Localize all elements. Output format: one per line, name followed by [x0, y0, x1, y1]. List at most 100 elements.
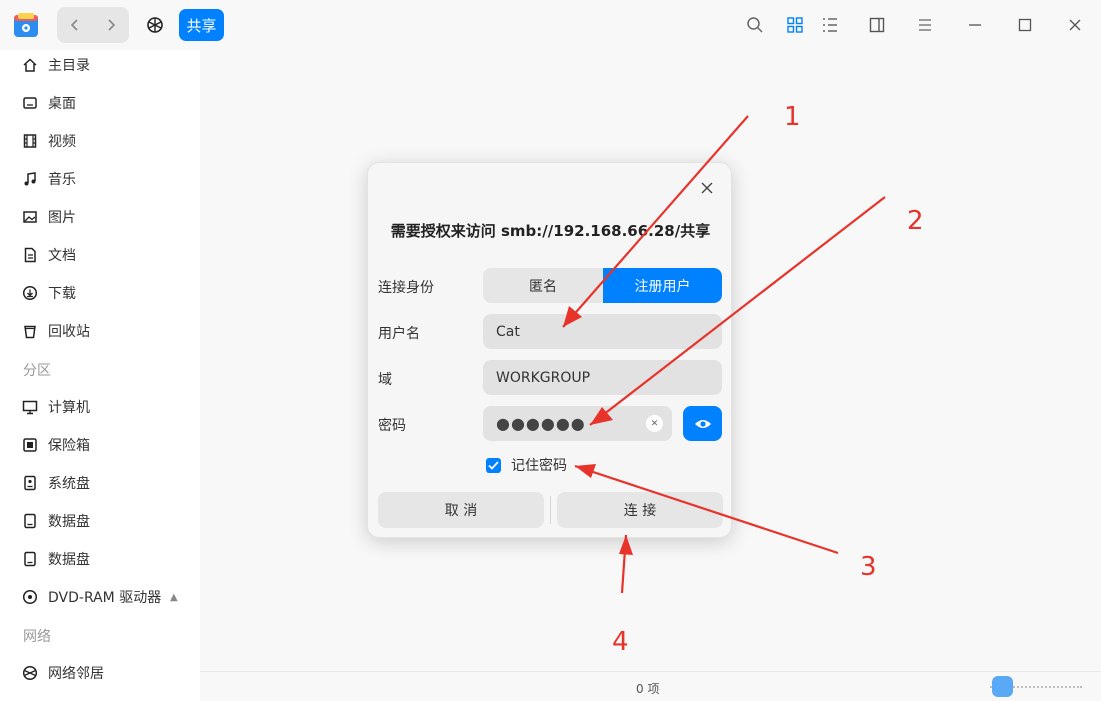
- dialog-title: 需要授权来访问 smb://192.168.66.28/共享: [390, 222, 711, 240]
- forward-button[interactable]: [93, 7, 129, 43]
- item-count: 0 项: [636, 682, 660, 696]
- identity-segmented-control: 匿名 注册用户: [483, 268, 722, 303]
- optical-drive-icon: [22, 589, 38, 605]
- close-icon: [701, 182, 713, 194]
- sidebar-item-home[interactable]: 主目录: [0, 46, 200, 84]
- sidebar-item-label: 下载: [48, 286, 76, 302]
- navigation-group: [57, 7, 129, 43]
- main-menu-button[interactable]: [913, 13, 937, 37]
- sidebar-item-label: 系统盘: [48, 476, 90, 492]
- search-button[interactable]: [743, 13, 767, 37]
- sidebar-item-pictures[interactable]: 图片: [0, 198, 200, 236]
- sidebar-item-label: 音乐: [48, 172, 76, 188]
- password-input[interactable]: ●●●●●● ✕: [483, 406, 672, 441]
- list-view-button[interactable]: [818, 13, 842, 37]
- sidebar-item-downloads[interactable]: 下载: [0, 274, 200, 312]
- music-icon: [22, 171, 38, 187]
- icon-size-slider-handle[interactable]: [992, 676, 1013, 697]
- sidebar-item-documents[interactable]: 文档: [0, 236, 200, 274]
- remember-password-label: 记住密码: [511, 458, 567, 474]
- computer-icon: [22, 399, 38, 415]
- title-bar: 共享: [0, 0, 1101, 50]
- show-password-button[interactable]: [683, 406, 722, 441]
- breadcrumb-network[interactable]: [140, 9, 170, 41]
- sidebar-item-label: 文档: [48, 248, 76, 264]
- domain-label: 域: [378, 372, 392, 388]
- sidebar-item-computer[interactable]: 计算机: [0, 388, 200, 426]
- sidebar-item-network-neighborhood[interactable]: 网络邻居: [0, 654, 200, 692]
- minimize-button[interactable]: [963, 13, 987, 37]
- sidebar-group-network: 网络: [23, 629, 51, 645]
- trash-icon: [22, 323, 38, 339]
- chevron-left-icon: [70, 19, 78, 31]
- back-button[interactable]: [57, 7, 93, 43]
- username-label: 用户名: [378, 326, 420, 342]
- detail-pane-button[interactable]: [865, 13, 889, 37]
- sidebar-item-dvd-drive[interactable]: DVD-RAM 驱动器 ▲: [0, 578, 200, 616]
- remember-password-row[interactable]: 记住密码: [486, 455, 567, 475]
- remember-password-checkbox[interactable]: [486, 457, 501, 473]
- annotation-number-1: 1: [784, 102, 801, 132]
- checkmark-icon: [488, 460, 499, 470]
- vault-icon: [22, 437, 38, 453]
- sidebar-item-label: 保险箱: [48, 438, 90, 454]
- sidebar-item-data-disk-1[interactable]: 数据盘: [0, 502, 200, 540]
- list-icon: [823, 18, 837, 32]
- domain-input[interactable]: WORKGROUP: [483, 360, 722, 395]
- eject-icon[interactable]: ▲: [170, 592, 178, 603]
- sidebar-group-partitions: 分区: [23, 363, 51, 379]
- identity-anonymous-option[interactable]: 匿名: [483, 268, 603, 303]
- network-icon: [22, 665, 38, 681]
- sidebar-item-label: 回收站: [48, 324, 90, 340]
- cancel-button[interactable]: 取 消: [378, 492, 544, 528]
- search-icon: [747, 17, 763, 33]
- sidebar-item-label: 图片: [48, 210, 76, 226]
- file-manager-logo-icon: [12, 11, 40, 39]
- maximize-icon: [1018, 18, 1032, 32]
- sidebar-item-video[interactable]: 视频: [0, 122, 200, 160]
- network-icon: [147, 17, 163, 33]
- identity-registered-user-option[interactable]: 注册用户: [603, 268, 722, 303]
- document-icon: [22, 247, 38, 263]
- clear-input-icon[interactable]: ✕: [646, 415, 663, 432]
- sidebar-item-vault[interactable]: 保险箱: [0, 426, 200, 464]
- annotation-number-4: 4: [612, 627, 629, 657]
- sidebar-item-label: 数据盘: [48, 552, 90, 568]
- menu-icon: [919, 19, 931, 31]
- close-icon: [1069, 19, 1081, 31]
- download-icon: [22, 285, 38, 301]
- identity-label: 连接身份: [378, 280, 434, 296]
- breadcrumb-share[interactable]: 共享: [179, 9, 224, 41]
- smb-auth-dialog: 需要授权来访问 smb://192.168.66.28/共享 连接身份 匿名 注…: [367, 162, 732, 538]
- status-bar: 0 项: [200, 671, 1101, 701]
- sidebar-item-data-disk-2[interactable]: 数据盘: [0, 540, 200, 578]
- sidebar-item-system-disk[interactable]: 系统盘: [0, 464, 200, 502]
- chevron-right-icon: [108, 19, 116, 31]
- grid-icon: [787, 17, 803, 33]
- annotation-number-3: 3: [860, 552, 877, 582]
- system-disk-icon: [22, 475, 38, 491]
- sidebar-item-label: 主目录: [48, 58, 90, 74]
- icon-view-button[interactable]: [783, 13, 807, 37]
- sidebar-item-desktop[interactable]: 桌面: [0, 84, 200, 122]
- sidebar-item-label: 桌面: [48, 96, 76, 112]
- eye-icon: [694, 419, 711, 428]
- username-input[interactable]: Cat: [483, 314, 722, 349]
- password-label: 密码: [378, 418, 406, 434]
- button-divider: [550, 496, 551, 524]
- sidebar-item-label: 网络邻居: [48, 666, 104, 682]
- close-window-button[interactable]: [1063, 13, 1087, 37]
- annotation-number-2: 2: [907, 206, 924, 236]
- sidebar-item-music[interactable]: 音乐: [0, 160, 200, 198]
- video-icon: [22, 133, 38, 149]
- sidebar-item-label: 数据盘: [48, 514, 90, 530]
- connect-button[interactable]: 连 接: [557, 492, 723, 528]
- home-icon: [22, 57, 38, 73]
- desktop-icon: [22, 95, 38, 111]
- minimize-icon: [969, 24, 981, 26]
- image-icon: [22, 209, 38, 225]
- side-panel-icon: [869, 17, 885, 33]
- maximize-button[interactable]: [1013, 13, 1037, 37]
- sidebar-item-trash[interactable]: 回收站: [0, 312, 200, 350]
- dialog-close-button[interactable]: [696, 177, 718, 199]
